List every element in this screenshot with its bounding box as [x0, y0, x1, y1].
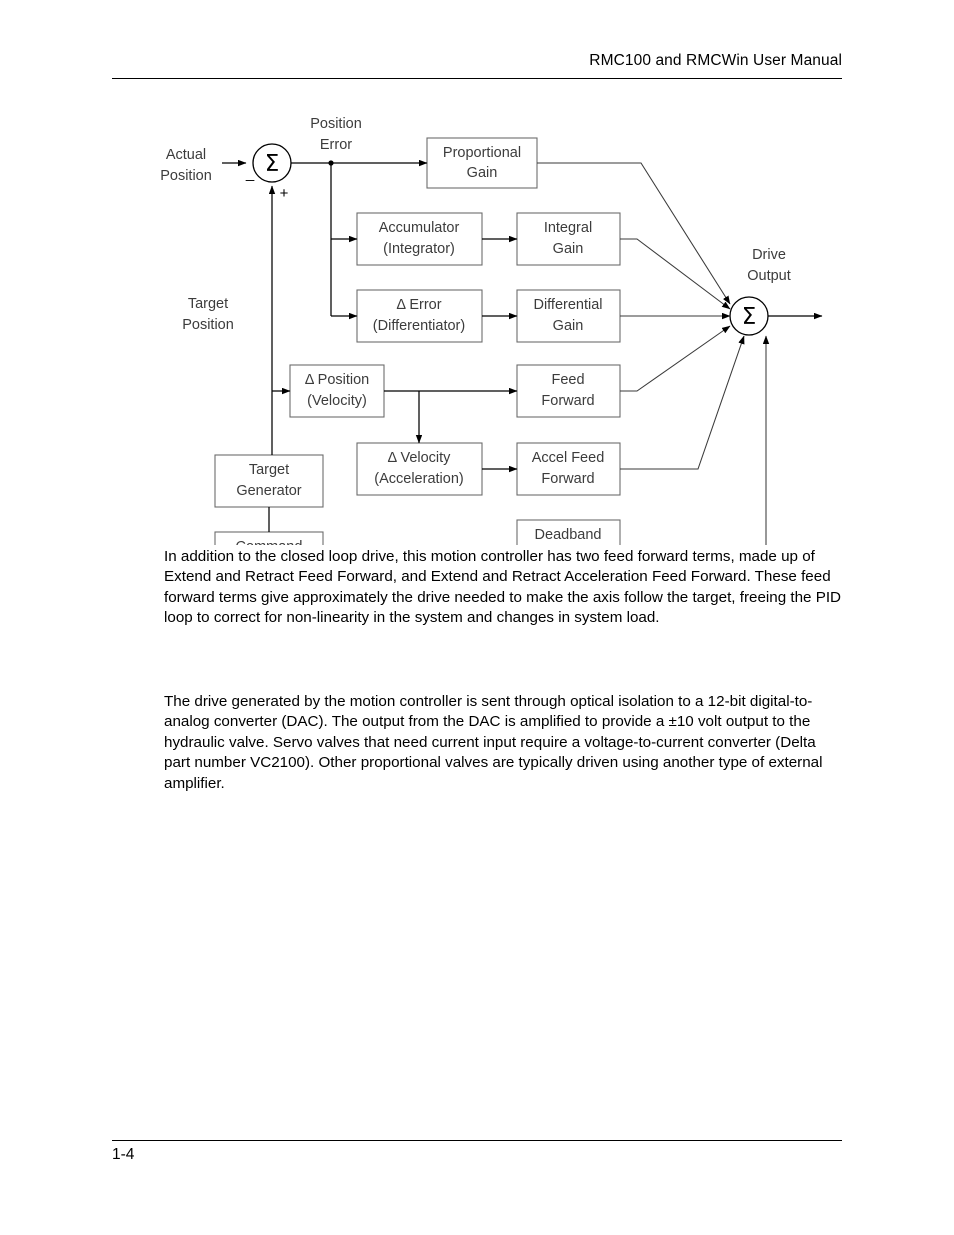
box-command-processor-line1: Command: [236, 539, 303, 545]
box-differential-gain-line2: Gain: [553, 318, 584, 334]
label-actual-position-line2: Position: [160, 168, 212, 184]
body-paragraph-1: In addition to the closed loop drive, th…: [164, 548, 842, 627]
box-target-generator-line1: Target: [249, 462, 289, 478]
box-delta-position-line2: (Velocity): [307, 393, 367, 409]
footer-page-number: 1-4: [112, 1146, 135, 1163]
box-feed-forward-line1: Feed: [551, 372, 584, 388]
box-delta-error-line2: (Differentiator): [373, 318, 465, 334]
line-feed-forward-to-drive-sum: [620, 325, 731, 392]
body-paragraph-2: The drive generated by the motion contro…: [164, 693, 823, 792]
label-drive-output-line2: Output: [747, 268, 791, 284]
box-feed-forward-line2: Forward: [541, 393, 594, 409]
box-deadband-eliminator-line1: Deadband: [535, 527, 602, 543]
line-accel-feed-forward-to-drive-sum: [620, 335, 745, 470]
error-summing-junction-sigma: Σ: [265, 151, 280, 177]
drive-summing-junction-sigma: Σ: [742, 304, 757, 330]
error-sum-negative-sign: _: [245, 165, 255, 182]
line-deadband-eliminator-to-drive-sum: [762, 335, 770, 545]
label-actual-position-line1: Actual: [166, 147, 206, 163]
box-accumulator-line2: (Integrator): [383, 241, 455, 257]
box-proportional-gain-line2: Gain: [467, 165, 498, 181]
box-accel-feed-forward-line1: Accel Feed: [532, 450, 605, 466]
box-accumulator-line1: Accumulator: [379, 220, 460, 236]
line-integral-gain-to-drive-sum: [620, 238, 731, 310]
box-accel-feed-forward-line2: Forward: [541, 471, 594, 487]
pid-control-block-diagram: Proportional Gain Accumulator (Integrato…: [150, 100, 840, 545]
document-page: RMC100 and RMCWin User Manual Proportion…: [0, 0, 954, 1235]
error-sum-positive-sign: +: [280, 185, 289, 202]
box-delta-error-line1: Δ Error: [396, 297, 441, 313]
label-position-error-line2: Error: [320, 137, 352, 153]
box-target-generator-line2: Generator: [236, 483, 301, 499]
box-integral-gain-line1: Integral: [544, 220, 592, 236]
box-delta-velocity-line2: (Acceleration): [374, 471, 463, 487]
page-header-title: RMC100 and RMCWin User Manual: [589, 52, 842, 69]
label-drive-output-line1: Drive: [752, 247, 786, 263]
box-delta-position-line1: Δ Position: [305, 372, 370, 388]
label-position-error-line1: Position: [310, 116, 362, 132]
label-target-position-line2: Position: [182, 317, 234, 333]
header-divider: [112, 78, 842, 79]
box-proportional-gain-line1: Proportional: [443, 145, 521, 161]
box-differential-gain-line1: Differential: [533, 297, 602, 313]
footer-divider: [112, 1140, 842, 1141]
label-target-position-line1: Target: [188, 296, 228, 312]
box-delta-velocity-line1: Δ Velocity: [388, 450, 452, 466]
box-integral-gain-line2: Gain: [553, 241, 584, 257]
